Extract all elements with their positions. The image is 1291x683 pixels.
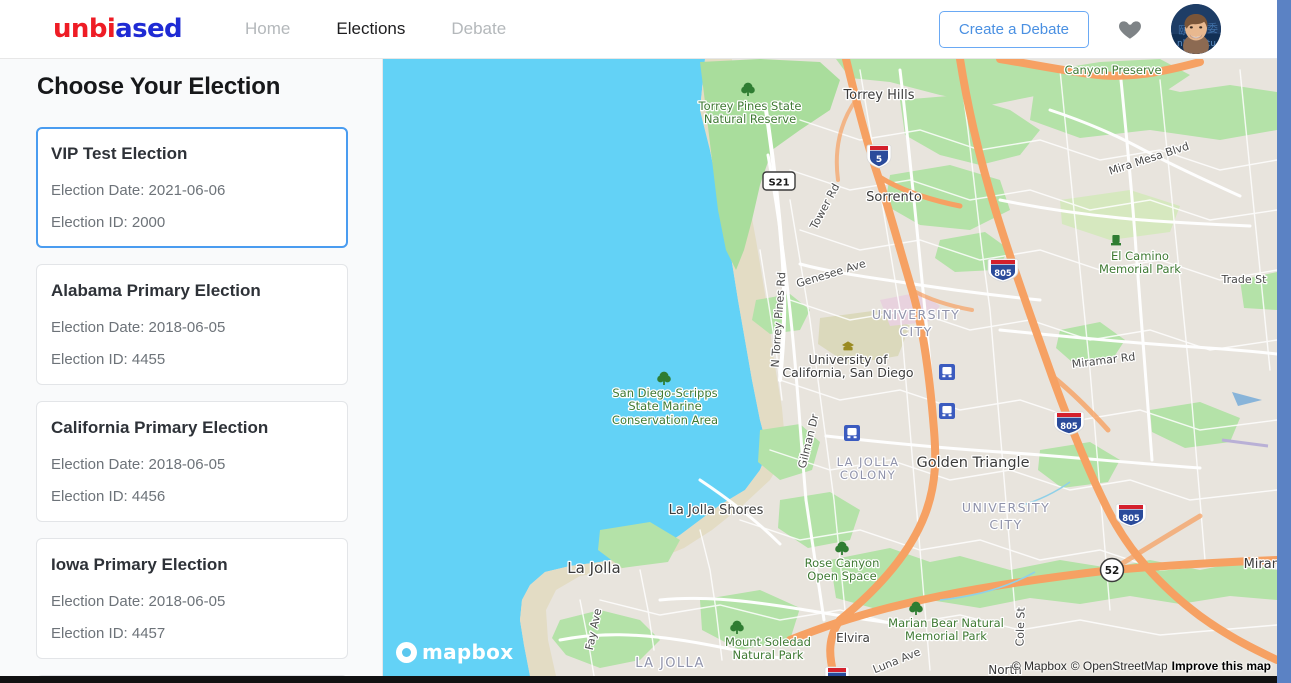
election-id: Election ID: 4455 [51, 351, 166, 368]
svg-text:LA JOLLA: LA JOLLA [837, 455, 900, 469]
page-title: Choose Your Election [37, 73, 281, 100]
svg-text:Sorrento: Sorrento [866, 190, 922, 205]
svg-text:La Jolla: La Jolla [567, 559, 620, 577]
election-date: Election Date: 2018-06-05 [51, 319, 226, 336]
nav-item-home[interactable]: Home [245, 19, 290, 39]
heart-icon[interactable] [1117, 16, 1143, 42]
svg-text:UNIVERSITY: UNIVERSITY [962, 500, 1050, 515]
create-debate-button[interactable]: Create a Debate [938, 10, 1089, 48]
attribution-mapbox[interactable]: © Mapbox [1012, 659, 1067, 673]
site-logo[interactable]: unbiased [53, 14, 183, 44]
attribution-osm[interactable]: © OpenStreetMap [1071, 659, 1168, 673]
election-list: VIP Test Election Election Date: 2021-06… [36, 127, 348, 676]
mapbox-logo[interactable]: mapbox [396, 640, 513, 664]
election-name: Iowa Primary Election [51, 555, 228, 574]
svg-text:State Marine: State Marine [628, 399, 701, 413]
svg-text:S21: S21 [768, 178, 789, 189]
nav-item-debate[interactable]: Debate [451, 19, 506, 39]
svg-text:Miram: Miram [1244, 557, 1277, 572]
svg-text:5: 5 [876, 155, 882, 165]
header-actions: Create a Debate 頤 委 nh Stu [938, 4, 1221, 54]
svg-text:805: 805 [1122, 513, 1140, 523]
svg-text:El Camino: El Camino [1111, 249, 1169, 263]
election-card-vip-test[interactable]: VIP Test Election Election Date: 2021-06… [36, 127, 348, 248]
election-id: Election ID: 4456 [51, 488, 166, 505]
svg-text:Memorial Park: Memorial Park [905, 629, 987, 643]
svg-text:Trade St: Trade St [1221, 273, 1268, 286]
svg-text:Marian Bear Natural: Marian Bear Natural [888, 616, 1004, 630]
svg-text:CITY: CITY [989, 517, 1022, 532]
logo-part-1: unbi [53, 14, 116, 44]
election-card-california[interactable]: California Primary Election Election Dat… [36, 401, 348, 522]
svg-text:UNIVERSITY: UNIVERSITY [872, 307, 960, 322]
page-body: Choose Your Election VIP Test Election E… [0, 59, 1277, 676]
logo-part-2: ased [115, 14, 183, 44]
map-attribution: © Mapbox © OpenStreetMap Improve this ma… [1012, 659, 1271, 673]
svg-text:Elvira: Elvira [836, 631, 870, 645]
svg-text:Conservation Area: Conservation Area [612, 413, 718, 427]
map-canvas[interactable]: .lbl-town{font-family:"DejaVu Sans",sans… [383, 59, 1277, 676]
svg-text:Open Space: Open Space [807, 569, 876, 583]
election-name: VIP Test Election [51, 144, 188, 163]
svg-text:Memorial Park: Memorial Park [1099, 262, 1181, 276]
mapbox-mark-icon [396, 641, 417, 663]
svg-text:COLONY: COLONY [840, 468, 896, 482]
window-bottom-edge [0, 676, 1277, 683]
nav-item-elections[interactable]: Elections [336, 19, 405, 39]
svg-text:Natural Park: Natural Park [733, 648, 804, 662]
svg-text:Canyon Preserve: Canyon Preserve [1064, 63, 1161, 77]
election-date: Election Date: 2018-06-05 [51, 593, 226, 610]
election-name: California Primary Election [51, 418, 269, 437]
user-avatar[interactable]: 頤 委 nh Stu [1171, 4, 1221, 54]
svg-text:Natural Reserve: Natural Reserve [704, 112, 796, 126]
election-id: Election ID: 4457 [51, 625, 166, 642]
svg-text:52: 52 [1105, 565, 1120, 577]
improve-this-map-link[interactable]: Improve this map [1172, 659, 1271, 673]
election-date: Election Date: 2018-06-05 [51, 456, 226, 473]
svg-text:LA JOLLA: LA JOLLA [635, 656, 705, 671]
mapbox-wordmark: mapbox [422, 640, 514, 664]
svg-text:Torrey Hills: Torrey Hills [842, 88, 914, 103]
svg-text:San Diego-Scripps: San Diego-Scripps [612, 386, 717, 400]
election-date: Election Date: 2021-06-06 [51, 182, 226, 199]
svg-text:CITY: CITY [899, 324, 932, 339]
election-sidebar: Choose Your Election VIP Test Election E… [0, 59, 383, 676]
svg-text:La Jolla Shores: La Jolla Shores [669, 503, 764, 518]
svg-text:Torrey Pines State: Torrey Pines State [698, 99, 802, 113]
election-card-iowa[interactable]: Iowa Primary Election Election Date: 201… [36, 538, 348, 659]
svg-text:805: 805 [1060, 421, 1078, 431]
svg-text:Golden Triangle: Golden Triangle [916, 455, 1029, 471]
svg-text:Mount Soledad: Mount Soledad [725, 635, 811, 649]
svg-text:805: 805 [994, 268, 1012, 278]
svg-text:Cole St: Cole St [1013, 606, 1027, 646]
page-scrollbar[interactable] [1277, 0, 1291, 683]
election-id: Election ID: 2000 [51, 214, 166, 231]
top-header: unbiased Home Elections Debate Create a … [0, 0, 1277, 59]
svg-text:California, San Diego: California, San Diego [782, 365, 913, 380]
svg-text:Rose Canyon: Rose Canyon [805, 556, 880, 570]
app-root: unbiased Home Elections Debate Create a … [0, 0, 1291, 683]
main-nav: Home Elections Debate [245, 19, 506, 39]
svg-text:委: 委 [1207, 22, 1218, 35]
election-card-alabama[interactable]: Alabama Primary Election Election Date: … [36, 264, 348, 385]
election-name: Alabama Primary Election [51, 281, 261, 300]
